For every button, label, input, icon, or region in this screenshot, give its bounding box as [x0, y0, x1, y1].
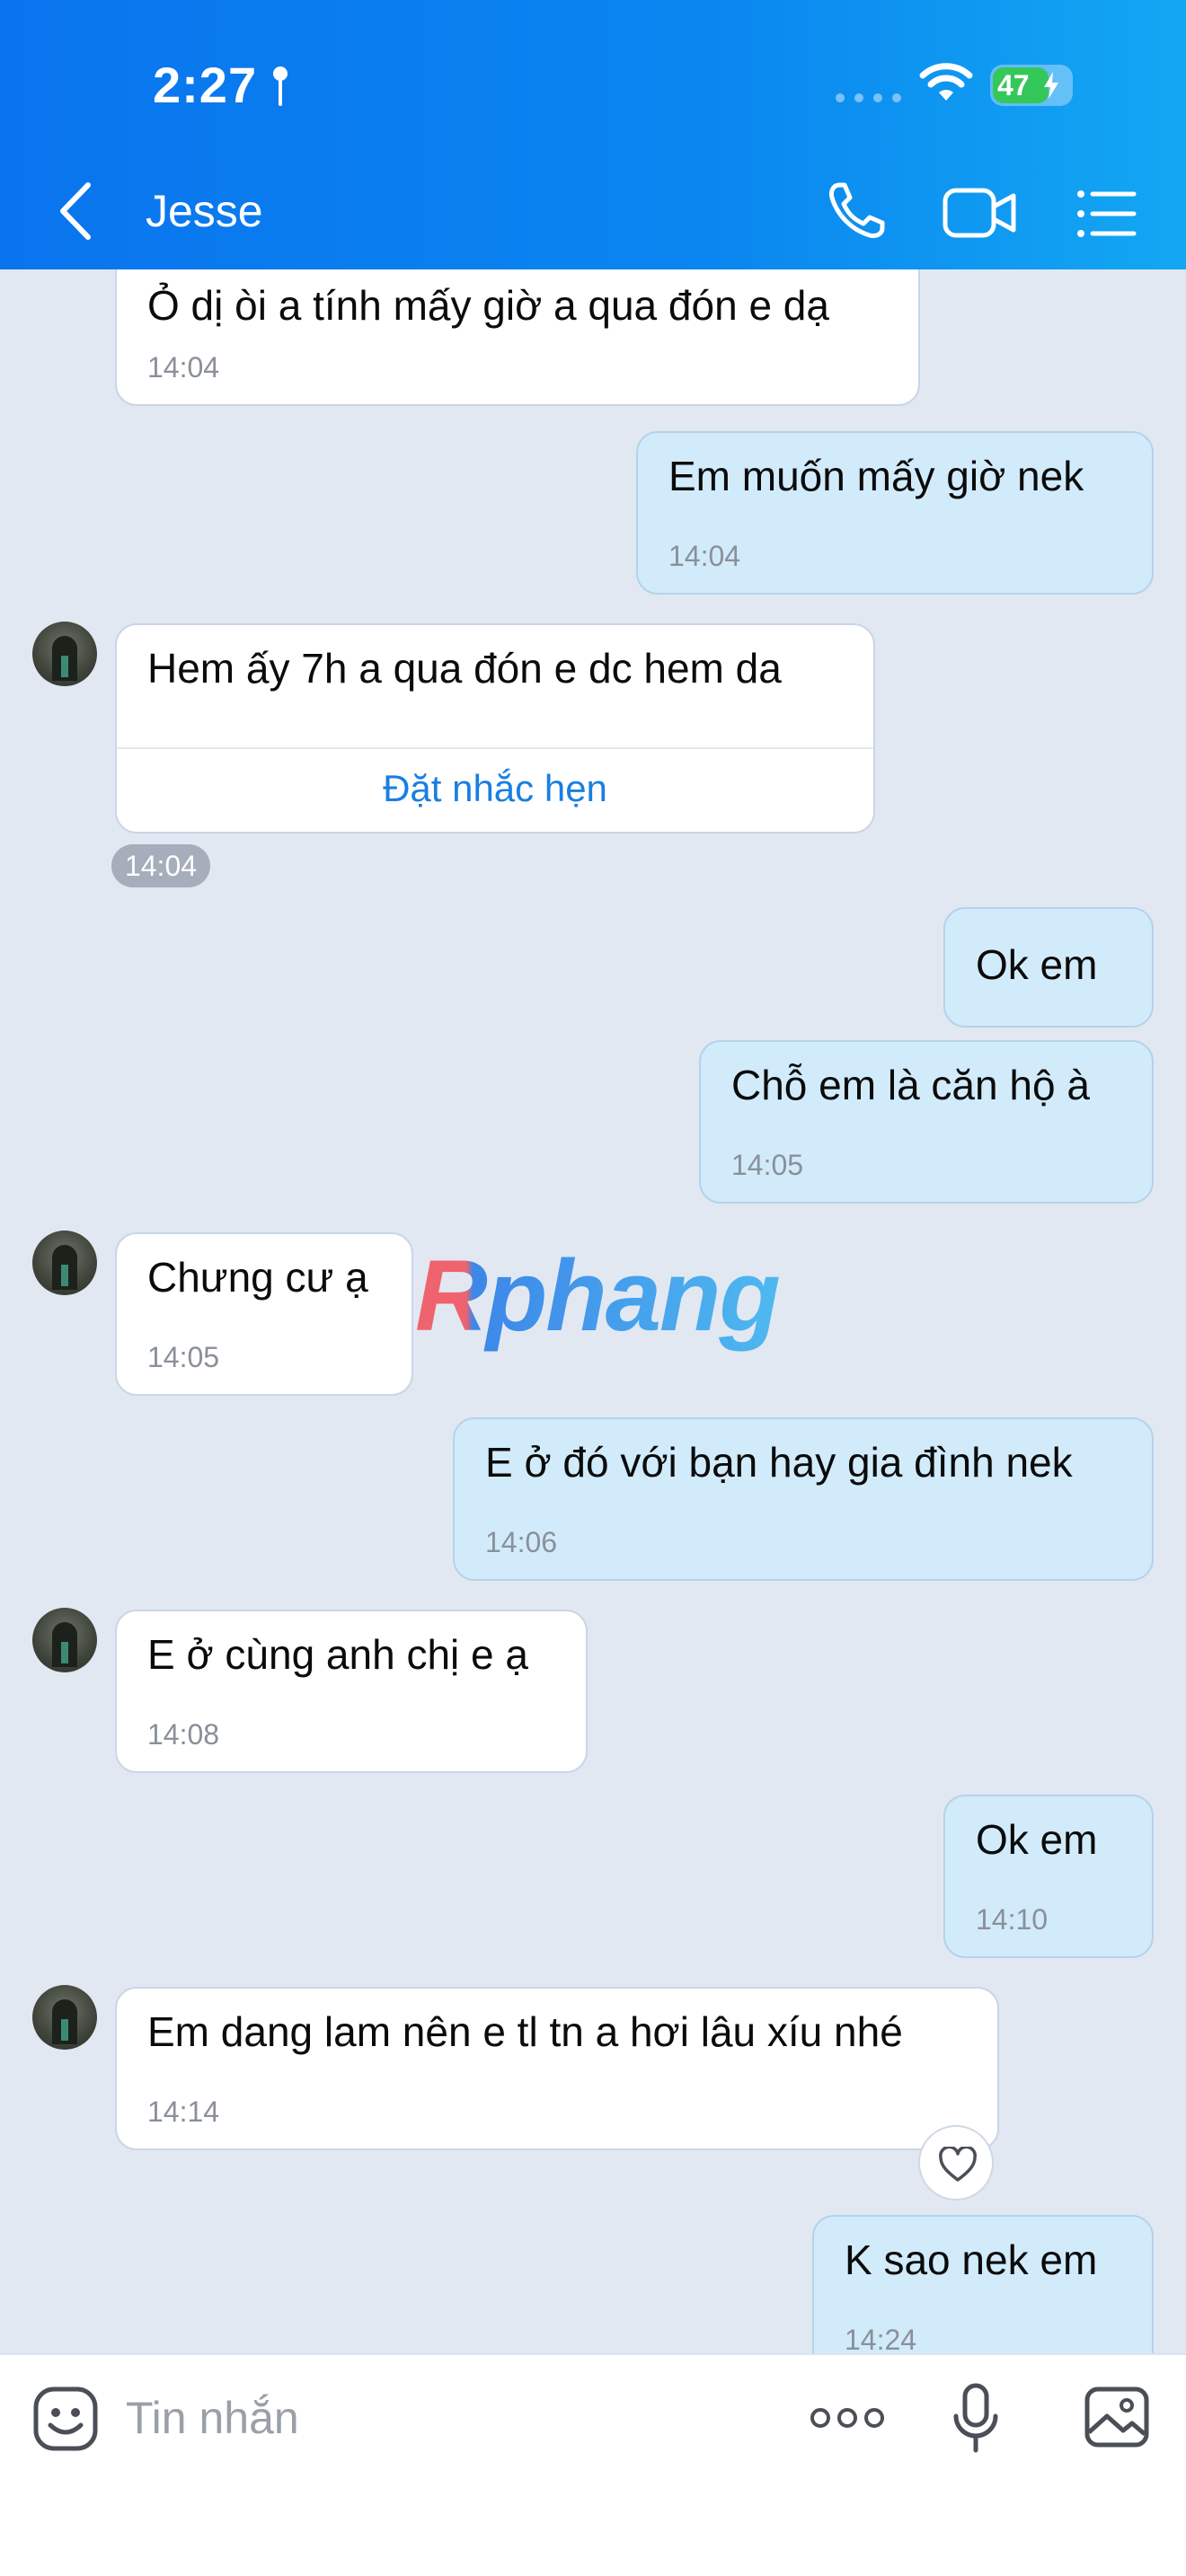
outgoing-message[interactable]: Ok em 14:10 [943, 1795, 1154, 1958]
status-time: 2:27 [153, 57, 258, 113]
watermark-logo: Rphang [415, 1239, 781, 1352]
message-time: 14:04 [147, 351, 220, 384]
contact-avatar[interactable] [32, 1608, 97, 1672]
message-text: E ở đó với bạn hay gia đình nek [485, 1439, 1073, 1486]
incoming-message[interactable]: Em dang lam nên e tl tn a hơi lâu xíu nh… [115, 1987, 999, 2150]
divider [117, 747, 873, 749]
message-text: Ok em [976, 941, 1098, 988]
phone-icon[interactable] [825, 180, 888, 243]
message-text: K sao nek em [845, 2236, 1098, 2283]
contact-name[interactable]: Jesse [146, 185, 263, 237]
incoming-message[interactable]: Hem ấy 7h a qua đón e dc hem da Đặt nhắc… [115, 623, 875, 834]
message-time: 14:08 [147, 1718, 220, 1751]
charging-bolt-icon [1044, 72, 1058, 99]
message-text: Chỗ em là căn hộ à [731, 1062, 1090, 1108]
battery-indicator: 47 [990, 65, 1073, 106]
contact-avatar[interactable] [32, 622, 97, 686]
message-time: 14:04 [668, 540, 741, 573]
video-camera-icon[interactable] [942, 183, 1019, 243]
chat-header: 2:27 47 Jesse [0, 0, 1186, 269]
message-text: Em muốn mấy giờ nek [668, 453, 1084, 499]
wifi-icon [919, 63, 973, 101]
message-input[interactable] [126, 2382, 755, 2454]
battery-level: 47 [997, 69, 1030, 101]
outgoing-message[interactable]: E ở đó với bạn hay gia đình nek 14:06 [453, 1417, 1154, 1581]
set-reminder-link[interactable]: Đặt nhắc hẹn [117, 767, 873, 810]
message-text: Ok em [976, 1816, 1098, 1863]
contact-avatar[interactable] [32, 1231, 97, 1295]
message-text: Chưng cư ạ [147, 1254, 368, 1301]
message-time: 14:24 [845, 2324, 917, 2357]
message-text: Hem ấy 7h a qua đón e dc hem da [147, 645, 782, 692]
react-heart-button[interactable] [918, 2125, 994, 2201]
heart-icon [939, 2147, 977, 2182]
incoming-message[interactable]: E ở cùng anh chị e ạ 14:08 [115, 1610, 588, 1773]
message-time: 14:05 [147, 1341, 220, 1374]
incoming-message[interactable]: Chưng cư ạ 14:05 [115, 1232, 413, 1396]
image-icon[interactable] [1084, 2386, 1150, 2448]
message-time: 14:06 [485, 1526, 558, 1559]
back-chevron-icon[interactable] [56, 180, 95, 243]
message-time: 14:05 [731, 1149, 804, 1182]
signal-icon [836, 93, 901, 102]
outgoing-message[interactable]: Chỗ em là căn hộ à 14:05 [699, 1040, 1154, 1204]
message-time-pill: 14:04 [111, 844, 210, 887]
message-time: 14:14 [147, 2095, 220, 2129]
message-text: E ở cùng anh chị e ạ [147, 1631, 528, 1678]
microphone-icon[interactable] [951, 2382, 1001, 2454]
more-dots-icon[interactable] [809, 2400, 886, 2436]
list-menu-icon[interactable] [1075, 187, 1137, 241]
outgoing-message[interactable]: Em muốn mấy giờ nek 14:04 [636, 431, 1154, 595]
contact-avatar[interactable] [32, 1985, 97, 2050]
message-text: Em dang lam nên e tl tn a hơi lâu xíu nh… [147, 2008, 903, 2055]
emoji-icon[interactable] [32, 2386, 99, 2452]
location-pin-icon [273, 66, 288, 106]
message-time: 14:10 [976, 1903, 1049, 1936]
message-text: Ỏ dị òi a tính mấy giờ a qua đón e dạ [147, 282, 829, 329]
outgoing-message[interactable]: Ok em [943, 907, 1154, 1028]
